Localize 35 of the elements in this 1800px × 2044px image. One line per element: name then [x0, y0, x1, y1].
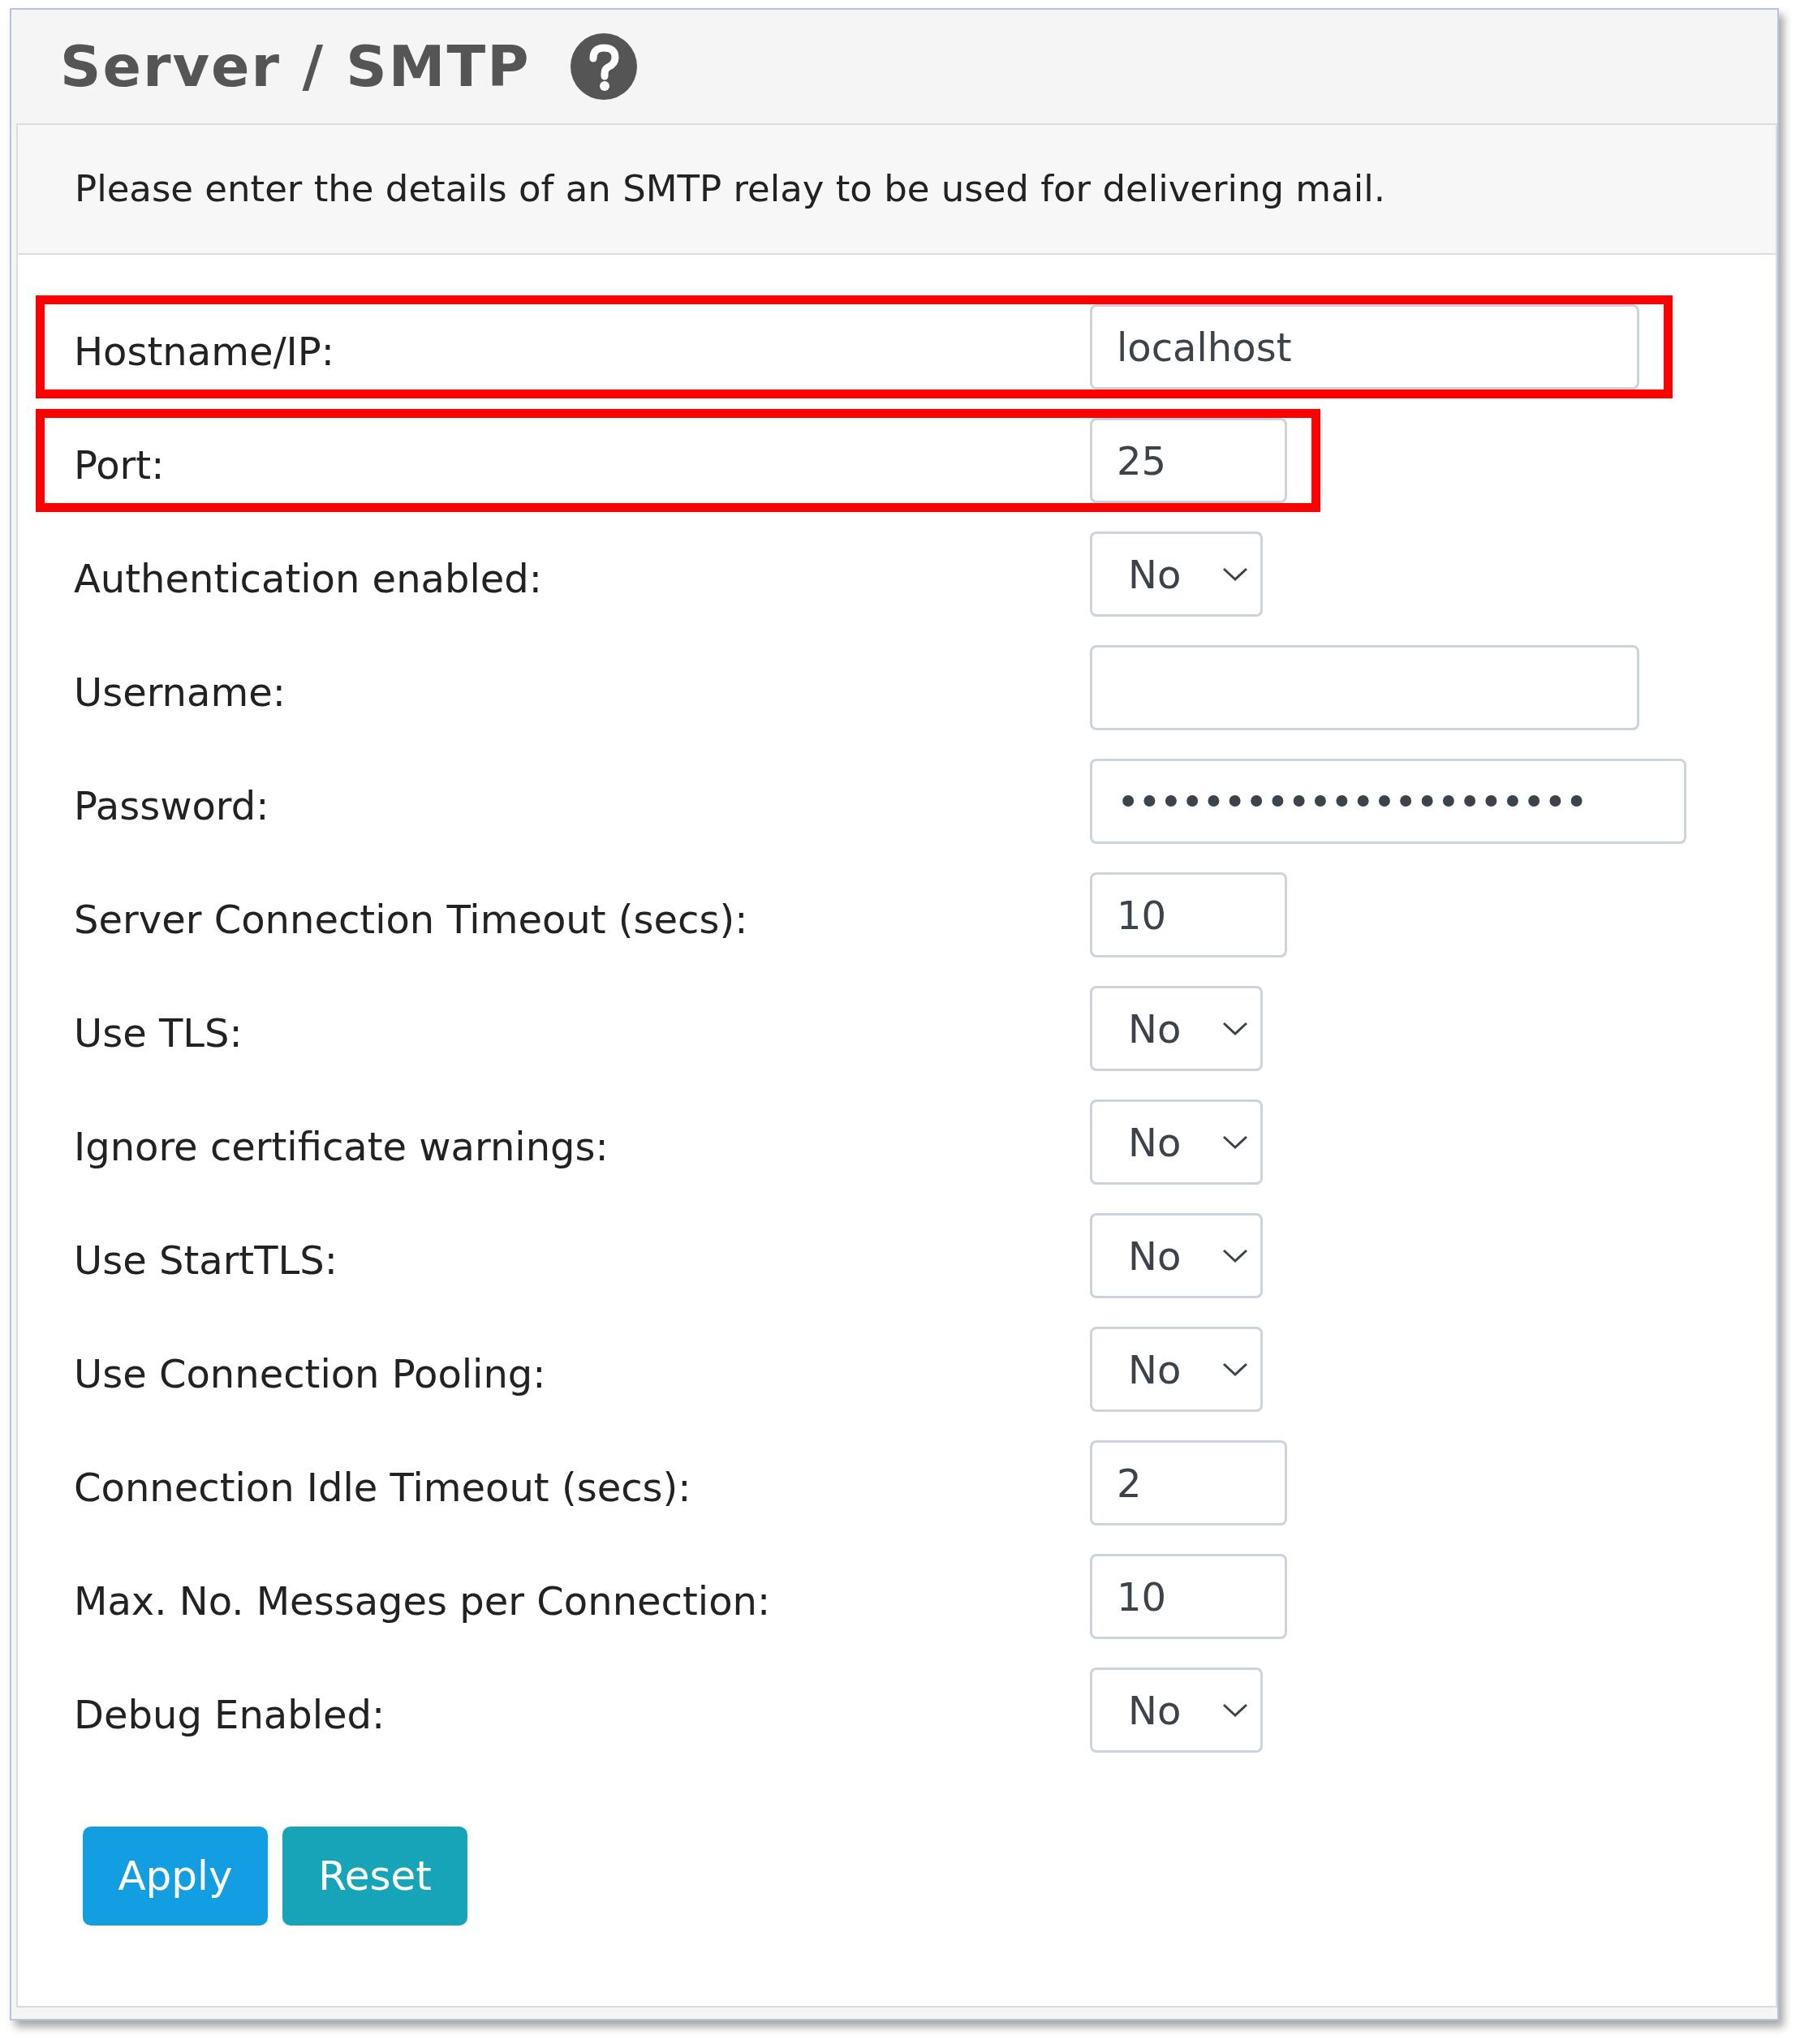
text-field[interactable]	[1090, 645, 1639, 730]
field-label: Password:	[73, 781, 270, 830]
chevron-down-icon	[1221, 1020, 1249, 1037]
field-label: Server Connection Timeout (secs):	[73, 895, 749, 944]
select-field[interactable]: No	[1090, 1327, 1263, 1412]
select-field[interactable]: No	[1090, 986, 1263, 1071]
select-field[interactable]: No	[1090, 1213, 1263, 1298]
text-field[interactable]: 2	[1090, 1440, 1287, 1525]
text-field[interactable]: 25	[1090, 418, 1287, 503]
password-field[interactable]: ••••••••••••••••••••••	[1090, 759, 1686, 844]
select-field[interactable]: No	[1090, 1667, 1263, 1753]
chevron-down-icon	[1221, 1361, 1249, 1378]
field-label: Ignore certificate warnings:	[73, 1122, 609, 1171]
text-field[interactable]: 10	[1090, 872, 1287, 957]
field-label: Use StartTLS:	[73, 1236, 338, 1284]
field-label: Max. No. Messages per Connection:	[73, 1577, 772, 1625]
chevron-down-icon	[1221, 1134, 1249, 1151]
text-field[interactable]: localhost	[1090, 304, 1639, 389]
select-field[interactable]: No	[1090, 531, 1263, 617]
text-field[interactable]: 10	[1090, 1554, 1287, 1639]
help-icon[interactable]	[571, 33, 638, 100]
chevron-down-icon	[1221, 566, 1249, 583]
description-text: Please enter the details of an SMTP relay to be used for delivering mail.	[75, 166, 1386, 213]
select-field[interactable]: No	[1090, 1099, 1263, 1185]
field-label: Use Connection Pooling:	[73, 1349, 547, 1398]
chevron-down-icon	[1221, 1247, 1249, 1264]
page-title: Server / SMTP	[60, 32, 531, 101]
field-label: Username:	[73, 668, 286, 716]
field-label: Port:	[73, 441, 166, 489]
field-label: Use TLS:	[73, 1009, 243, 1057]
field-label: Authentication enabled:	[73, 554, 543, 603]
field-label: Connection Idle Timeout (secs):	[73, 1463, 692, 1512]
chevron-down-icon	[1221, 1702, 1249, 1719]
field-label: Hostname/IP:	[73, 327, 335, 376]
field-label: Debug Enabled:	[73, 1690, 386, 1739]
